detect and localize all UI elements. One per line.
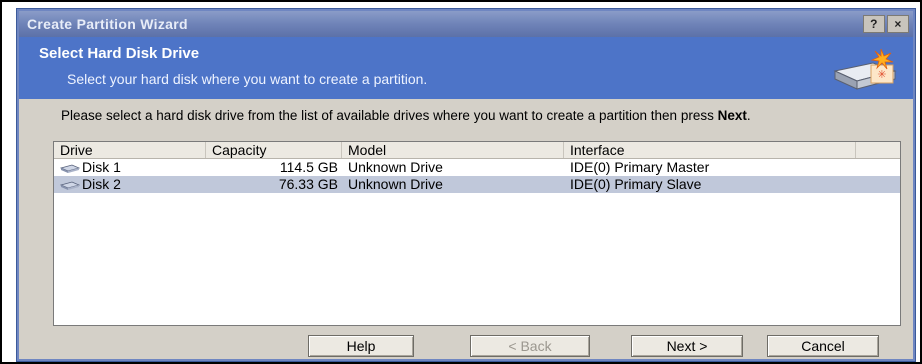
drive-cell: Disk 2	[54, 176, 206, 193]
help-button[interactable]: Help	[308, 335, 414, 357]
model-cell: Unknown Drive	[348, 159, 443, 175]
column-header-interface[interactable]: Interface	[564, 142, 856, 158]
window-title: Create Partition Wizard	[27, 16, 188, 32]
column-header-capacity[interactable]: Capacity	[206, 142, 342, 158]
column-header-model[interactable]: Model	[342, 142, 564, 158]
svg-text:✳: ✳	[877, 68, 886, 81]
interface-cell: IDE(0) Primary Slave	[570, 176, 702, 192]
table-row-disk-1[interactable]: Disk 1 114.5 GB Unknown Drive IDE(0) Pri…	[54, 159, 900, 176]
instructions-text: Please select a hard disk drive from the…	[61, 108, 751, 123]
drive-cell: Disk 1	[54, 159, 206, 176]
wizard-buttons: Help < Back Next > Cancel	[17, 335, 917, 359]
drive-list[interactable]: Drive Capacity Model Interface Disk 1 11…	[53, 141, 901, 326]
interface-cell: IDE(0) Primary Master	[570, 159, 710, 175]
close-button[interactable]: ×	[887, 15, 909, 33]
capacity-cell: 76.33 GB	[278, 176, 338, 192]
drive-list-header: Drive Capacity Model Interface	[54, 142, 900, 159]
header-subtitle: Select your hard disk where you want to …	[67, 71, 428, 87]
model-cell: Unknown Drive	[348, 176, 443, 192]
header-title: Select Hard Disk Drive	[39, 45, 200, 62]
wizard-header: Select Hard Disk Drive Select your hard …	[19, 37, 913, 99]
next-button[interactable]: Next >	[631, 335, 743, 357]
screenshot-frame: Create Partition Wizard ? × Select Hard …	[0, 0, 922, 364]
hard-disk-icon	[60, 181, 80, 190]
hard-disk-icon	[60, 164, 80, 173]
create-partition-wizard-dialog: Create Partition Wizard ? × Select Hard …	[16, 8, 916, 362]
back-button[interactable]: < Back	[470, 335, 590, 357]
title-bar[interactable]: Create Partition Wizard ? ×	[19, 11, 913, 37]
cancel-button[interactable]: Cancel	[767, 335, 879, 357]
hard-disk-new-icon: ✳	[833, 48, 897, 90]
help-question-button[interactable]: ?	[863, 15, 885, 33]
title-bar-buttons: ? ×	[863, 15, 909, 33]
column-header-drive[interactable]: Drive	[54, 142, 206, 158]
instructions-next-emphasis: Next	[717, 108, 747, 123]
table-row-disk-2[interactable]: Disk 2 76.33 GB Unknown Drive IDE(0) Pri…	[54, 176, 900, 193]
capacity-cell: 114.5 GB	[279, 159, 338, 175]
